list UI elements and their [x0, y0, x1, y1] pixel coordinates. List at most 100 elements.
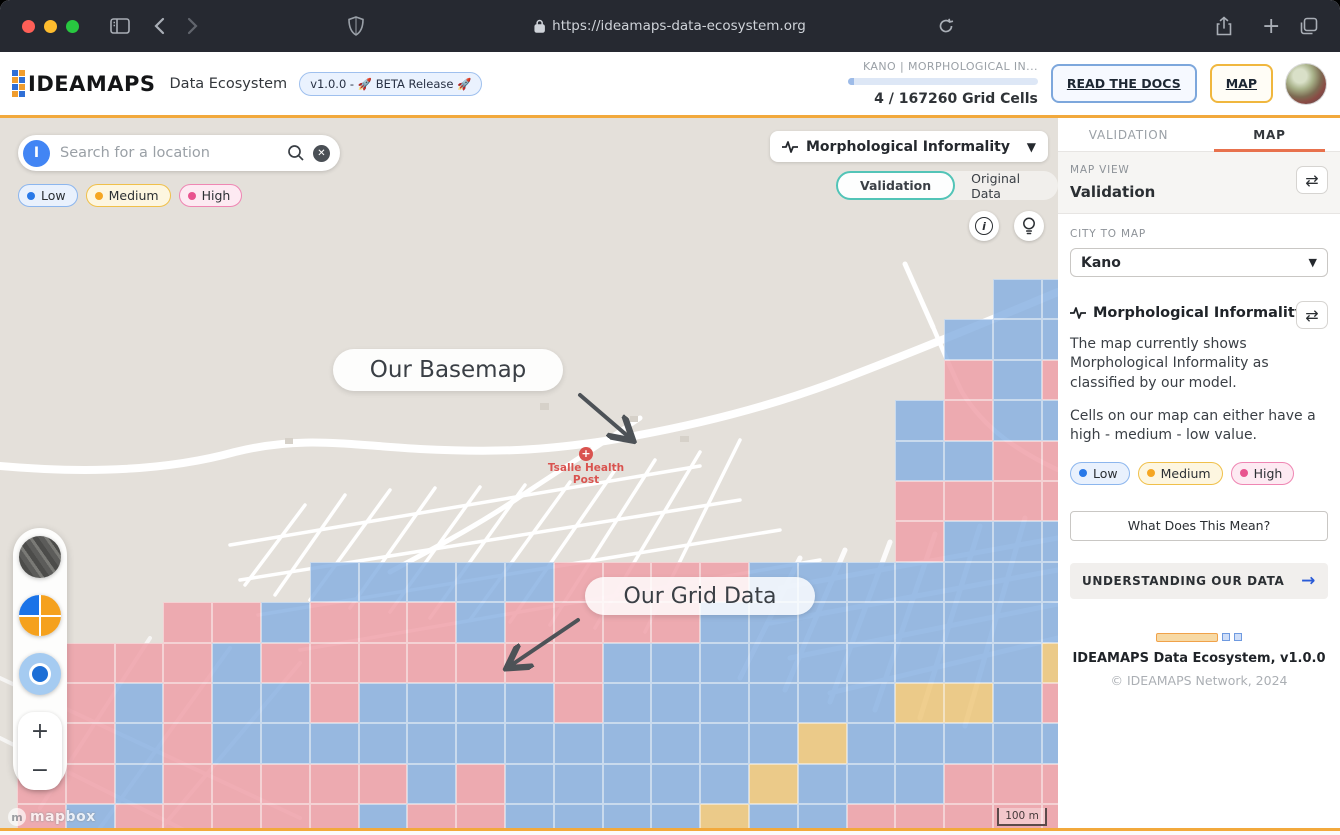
clear-search-icon[interactable]: ✕	[313, 145, 330, 162]
grid-cell[interactable]	[895, 683, 944, 723]
grid-cell[interactable]	[554, 683, 603, 723]
grid-cell[interactable]	[456, 683, 505, 723]
grid-cell[interactable]	[944, 602, 993, 642]
grid-cell[interactable]	[554, 723, 603, 763]
grid-cell[interactable]	[66, 643, 115, 683]
grid-cell[interactable]	[993, 400, 1042, 440]
grid-cell[interactable]	[944, 723, 993, 763]
grid-cell[interactable]	[66, 764, 115, 804]
grid-cell[interactable]	[895, 441, 944, 481]
grid-layer-button[interactable]	[19, 595, 61, 637]
grid-cell[interactable]	[749, 764, 798, 804]
grid-cell[interactable]	[749, 723, 798, 763]
back-icon[interactable]	[154, 17, 165, 35]
grid-cell[interactable]	[456, 602, 505, 642]
grid-cell[interactable]	[847, 643, 896, 683]
grid-cell[interactable]	[1042, 360, 1058, 400]
minimize-window-button[interactable]	[44, 20, 57, 33]
poi-health-post[interactable]: + Tsalle Health Post	[546, 447, 626, 486]
grid-cell[interactable]	[261, 723, 310, 763]
grid-cell[interactable]	[895, 521, 944, 561]
zoom-out-button[interactable]: −	[18, 751, 62, 790]
grid-cell[interactable]	[407, 683, 456, 723]
legend-chip-medium[interactable]: Medium	[1138, 462, 1223, 485]
grid-cell[interactable]	[212, 764, 261, 804]
grid-cell[interactable]	[505, 804, 554, 828]
locate-button[interactable]	[19, 653, 61, 695]
grid-cell[interactable]	[212, 804, 261, 828]
grid-cell[interactable]	[895, 400, 944, 440]
sidebar-toggle-icon[interactable]	[110, 18, 130, 34]
grid-cell[interactable]	[944, 562, 993, 602]
grid-cell[interactable]	[505, 683, 554, 723]
satellite-layer-button[interactable]	[19, 536, 61, 578]
grid-cell[interactable]	[993, 441, 1042, 481]
location-search[interactable]: I ✕	[18, 135, 340, 171]
grid-cell[interactable]	[944, 683, 993, 723]
what-does-this-mean-button[interactable]: What Does This Mean?	[1070, 511, 1328, 541]
grid-cell[interactable]	[359, 764, 408, 804]
grid-cell[interactable]	[407, 723, 456, 763]
grid-cell[interactable]	[115, 683, 164, 723]
grid-cell[interactable]	[993, 723, 1042, 763]
share-icon[interactable]	[1216, 16, 1232, 36]
grid-cell[interactable]	[261, 602, 310, 642]
grid-cell[interactable]	[407, 804, 456, 828]
grid-cell[interactable]	[261, 764, 310, 804]
grid-cell[interactable]	[700, 643, 749, 683]
read-the-docs-button[interactable]: READ THE DOCS	[1051, 64, 1197, 103]
map-button[interactable]: MAP	[1210, 64, 1273, 103]
grid-cell[interactable]	[1042, 400, 1058, 440]
grid-cell[interactable]	[700, 764, 749, 804]
grid-cell[interactable]	[749, 804, 798, 828]
grid-cell[interactable]	[944, 481, 993, 521]
grid-cell[interactable]	[310, 643, 359, 683]
grid-cell[interactable]	[163, 602, 212, 642]
grid-cell[interactable]	[700, 804, 749, 828]
grid-cell[interactable]	[700, 683, 749, 723]
grid-cell[interactable]	[261, 683, 310, 723]
grid-cell[interactable]	[1042, 683, 1058, 723]
grid-cell[interactable]	[163, 723, 212, 763]
grid-cell[interactable]	[749, 683, 798, 723]
legend-chip-high[interactable]: High	[1231, 462, 1295, 485]
grid-cell[interactable]	[261, 804, 310, 828]
grid-cell[interactable]	[798, 804, 847, 828]
grid-cell[interactable]	[847, 562, 896, 602]
grid-cell[interactable]	[407, 562, 456, 602]
grid-cell[interactable]	[505, 643, 554, 683]
grid-cell[interactable]	[895, 602, 944, 642]
swap-map-view-button[interactable]: ⇄	[1296, 166, 1328, 194]
grid-cell[interactable]	[359, 723, 408, 763]
user-avatar[interactable]	[1286, 64, 1326, 104]
new-tab-icon[interactable]: +	[1262, 14, 1280, 39]
zoom-window-button[interactable]	[66, 20, 79, 33]
grid-cell[interactable]	[651, 683, 700, 723]
grid-cell[interactable]	[407, 602, 456, 642]
grid-cell[interactable]	[993, 683, 1042, 723]
grid-cell[interactable]	[651, 723, 700, 763]
grid-cell[interactable]	[163, 804, 212, 828]
grid-cell[interactable]	[651, 764, 700, 804]
grid-cell[interactable]	[115, 804, 164, 828]
forward-icon[interactable]	[187, 17, 198, 35]
city-dropdown[interactable]: Kano ▼	[1070, 248, 1328, 277]
grid-cell[interactable]	[212, 723, 261, 763]
grid-cell[interactable]	[895, 643, 944, 683]
legend-chip-high[interactable]: High	[179, 184, 243, 207]
grid-cell[interactable]	[944, 400, 993, 440]
info-button[interactable]: i	[969, 211, 999, 241]
grid-cell[interactable]	[651, 643, 700, 683]
grid-cell[interactable]	[895, 723, 944, 763]
grid-cell[interactable]	[603, 723, 652, 763]
grid-cell[interactable]	[603, 764, 652, 804]
grid-cell[interactable]	[993, 360, 1042, 400]
grid-cell[interactable]	[798, 683, 847, 723]
grid-cell[interactable]	[1042, 441, 1058, 481]
grid-cell[interactable]	[212, 643, 261, 683]
grid-cell[interactable]	[798, 643, 847, 683]
grid-cell[interactable]	[115, 764, 164, 804]
grid-cell[interactable]	[359, 683, 408, 723]
grid-cell[interactable]	[1042, 521, 1058, 561]
grid-cell[interactable]	[505, 723, 554, 763]
